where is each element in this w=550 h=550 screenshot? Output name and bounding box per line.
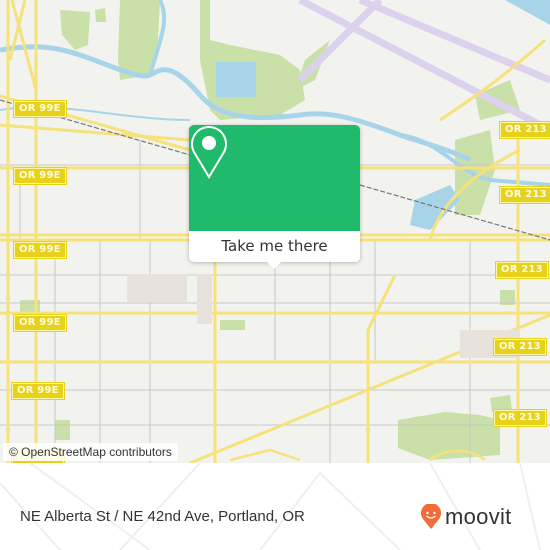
route-shield-or213: OR 213	[494, 410, 546, 426]
route-shield-or99e: OR 99E	[14, 101, 66, 117]
route-shield-or99e: OR 99E	[12, 383, 64, 399]
moovit-pin-icon	[421, 504, 441, 529]
map-view[interactable]: OR 99E OR 99E OR 99E OR 99E OR 99E OR 99…	[0, 0, 550, 463]
osm-attribution[interactable]: © OpenStreetMap contributors	[3, 443, 178, 461]
location-title: NE Alberta St / NE 42nd Ave, Portland, O…	[20, 508, 305, 525]
route-shield-or213: OR 213	[494, 339, 546, 355]
moovit-logo[interactable]: moovit	[420, 504, 512, 529]
location-pin-icon	[191, 126, 227, 179]
route-shield-or213: OR 213	[500, 187, 550, 203]
popup-pointer	[266, 261, 282, 269]
commercial-areas	[127, 274, 520, 358]
route-shield-or213: OR 213	[500, 122, 550, 138]
route-shield-or213: OR 213	[496, 262, 548, 278]
take-me-there-button[interactable]: Take me there	[189, 231, 360, 262]
airport-runways	[297, 0, 550, 134]
moovit-wordmark: moovit	[445, 504, 512, 529]
route-shield-or99e: OR 99E	[14, 315, 66, 331]
popup-header	[189, 125, 360, 231]
route-shield-or99e: OR 99E	[14, 242, 66, 258]
take-me-there-popup[interactable]: Take me there	[189, 125, 360, 269]
route-shield-or99e: OR 99E	[14, 168, 66, 184]
